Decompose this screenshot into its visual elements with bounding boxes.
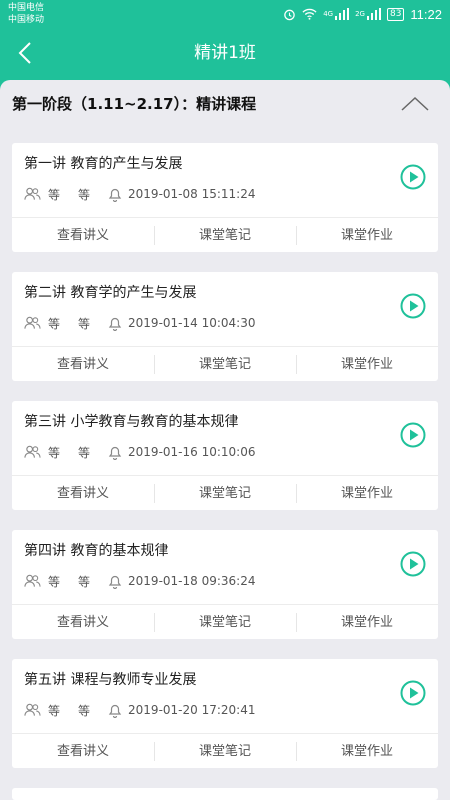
alarm-icon xyxy=(284,9,295,20)
lesson-actions: 查看讲义 课堂笔记 课堂作业 xyxy=(12,475,438,510)
class-homework-button[interactable]: 课堂作业 xyxy=(296,347,438,381)
lesson-title: 第二讲 教育学的产生与发展 xyxy=(24,285,197,301)
play-icon[interactable] xyxy=(400,164,426,190)
lesson-meta: 等 等 2019-01-14 10:04:30 xyxy=(24,314,255,332)
class-homework-button[interactable]: 课堂作业 xyxy=(296,605,438,639)
chevron-up-icon[interactable] xyxy=(400,94,430,114)
bell-icon xyxy=(108,317,122,331)
lesson-tag-1: 等 xyxy=(48,316,61,331)
class-homework-button[interactable]: 课堂作业 xyxy=(296,218,438,252)
lesson-meta: 等 等 2019-01-08 15:11:24 xyxy=(24,185,255,203)
view-handout-button[interactable]: 查看讲义 xyxy=(12,347,154,381)
users-icon xyxy=(24,187,41,200)
stage-header[interactable]: 第一阶段（1.11~2.17）：精讲课程 xyxy=(0,80,450,128)
bell-icon xyxy=(108,188,122,202)
lesson-title: 第一讲 教育的产生与发展 xyxy=(24,156,183,172)
lesson-time: 2019-01-14 10:04:30 xyxy=(128,316,256,330)
play-icon[interactable] xyxy=(400,293,426,319)
class-notes-button[interactable]: 课堂笔记 xyxy=(154,218,296,252)
users-icon xyxy=(24,445,41,458)
lesson-title: 第四讲 教育的基本规律 xyxy=(24,543,169,559)
status-bar: 中国电信 中国移动 4G 2G 83 11:22 xyxy=(0,0,450,30)
view-handout-button[interactable]: 查看讲义 xyxy=(12,476,154,510)
lesson-tag-2: 等 xyxy=(78,187,91,202)
lesson-title: 第三讲 小学教育与教育的基本规律 xyxy=(24,414,239,430)
lesson-tag-1: 等 xyxy=(48,445,61,460)
bell-icon xyxy=(108,446,122,460)
carrier-info: 中国电信 中国移动 xyxy=(8,2,44,26)
lesson-tag-1: 等 xyxy=(48,703,61,718)
lesson-actions: 查看讲义 课堂笔记 课堂作业 xyxy=(12,733,438,768)
page-title: 精讲1班 xyxy=(194,43,256,63)
view-handout-button[interactable]: 查看讲义 xyxy=(12,605,154,639)
lesson-actions: 查看讲义 课堂笔记 课堂作业 xyxy=(12,217,438,252)
bell-icon xyxy=(108,575,122,589)
lesson-tag-1: 等 xyxy=(48,187,61,202)
lesson-card[interactable]: 第三讲 小学教育与教育的基本规律 等 等 2019-01-16 10:10:06… xyxy=(12,401,438,510)
wifi-icon xyxy=(302,8,317,20)
nav-bar: 精讲1班 xyxy=(0,30,450,76)
class-notes-button[interactable]: 课堂笔记 xyxy=(154,476,296,510)
class-notes-button[interactable]: 课堂笔记 xyxy=(154,605,296,639)
lesson-meta: 等 等 2019-01-18 09:36:24 xyxy=(24,572,255,590)
network-type-1: 4G xyxy=(323,10,334,18)
carrier-2: 中国移动 xyxy=(8,15,45,25)
lesson-tag-2: 等 xyxy=(78,703,91,718)
lesson-tag-2: 等 xyxy=(78,445,91,460)
status-icons: 4G 2G 83 11:22 xyxy=(283,5,442,23)
lesson-card[interactable]: 第一讲 教育的产生与发展 等 等 2019-01-08 15:11:24 查看讲… xyxy=(12,143,438,252)
lesson-tag-2: 等 xyxy=(78,316,91,331)
signal-icon xyxy=(335,8,350,20)
battery-icon: 83 xyxy=(386,7,405,21)
lesson-meta: 等 等 2019-01-20 17:20:41 xyxy=(24,701,255,719)
lesson-actions: 查看讲义 课堂笔记 课堂作业 xyxy=(12,604,438,639)
lesson-card[interactable]: 第四讲 教育的基本规律 等 等 2019-01-18 09:36:24 查看讲义… xyxy=(12,530,438,639)
signal-icon xyxy=(366,8,381,20)
lesson-actions: 查看讲义 课堂笔记 课堂作业 xyxy=(12,346,438,381)
play-icon[interactable] xyxy=(400,551,426,577)
lesson-time: 2019-01-20 17:20:41 xyxy=(128,703,256,717)
lesson-card-partial xyxy=(12,788,438,800)
lesson-time: 2019-01-08 15:11:24 xyxy=(128,187,256,201)
lesson-tag-1: 等 xyxy=(48,574,61,589)
play-icon[interactable] xyxy=(400,680,426,706)
lesson-tag-2: 等 xyxy=(78,574,91,589)
users-icon xyxy=(24,574,41,587)
lesson-card[interactable]: 第二讲 教育学的产生与发展 等 等 2019-01-14 10:04:30 查看… xyxy=(12,272,438,381)
users-icon xyxy=(24,703,41,716)
class-homework-button[interactable]: 课堂作业 xyxy=(296,476,438,510)
view-handout-button[interactable]: 查看讲义 xyxy=(12,218,154,252)
class-notes-button[interactable]: 课堂笔记 xyxy=(154,347,296,381)
clock: 11:22 xyxy=(410,6,442,22)
network-type-2: 2G xyxy=(355,10,365,18)
class-notes-button[interactable]: 课堂笔记 xyxy=(154,734,296,768)
play-icon[interactable] xyxy=(400,422,426,448)
bell-icon xyxy=(108,704,122,718)
view-handout-button[interactable]: 查看讲义 xyxy=(12,734,154,768)
lesson-title: 第五讲 课程与教师专业发展 xyxy=(24,672,197,688)
lesson-time: 2019-01-16 10:10:06 xyxy=(128,445,256,459)
class-homework-button[interactable]: 课堂作业 xyxy=(296,734,438,768)
lesson-meta: 等 等 2019-01-16 10:10:06 xyxy=(24,443,255,461)
users-icon xyxy=(24,316,41,329)
lesson-time: 2019-01-18 09:36:24 xyxy=(128,574,256,588)
carrier-1: 中国电信 xyxy=(8,3,45,13)
lesson-card[interactable]: 第五讲 课程与教师专业发展 等 等 2019-01-20 17:20:41 查看… xyxy=(12,659,438,768)
stage-title: 第一阶段（1.11~2.17）：精讲课程 xyxy=(12,95,257,113)
